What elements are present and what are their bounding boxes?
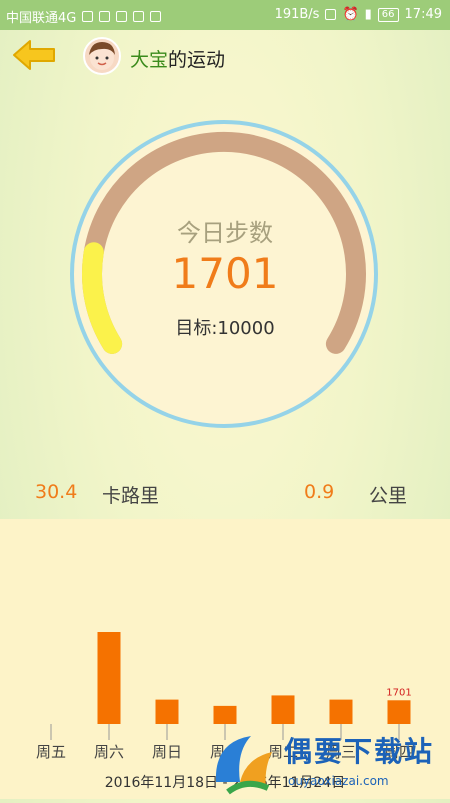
image-icon (116, 11, 128, 22)
x-axis-label: 周日 (152, 743, 182, 761)
steps-count: 1701 (171, 249, 279, 298)
back-arrow-icon (13, 40, 55, 70)
calories-value: 30.4 (35, 481, 78, 503)
nfc-icon (325, 9, 337, 20)
header: 大宝的运动 (0, 30, 450, 80)
watermark-text: 偶要下载站 (284, 735, 435, 768)
signal-icon: ▮ (364, 7, 372, 22)
chart-bar (97, 632, 121, 724)
x-axis-label: 周五 (36, 743, 66, 761)
title-suffix: 的运动 (168, 49, 226, 71)
distance-value: 0.9 (304, 481, 335, 503)
battery-icon: 66 (377, 7, 399, 22)
back-button[interactable] (12, 39, 58, 71)
carrier-text: 中国联通4G (6, 11, 77, 26)
notification-icon (133, 11, 145, 22)
alarm-icon: ⏰ (342, 7, 359, 22)
x-axis-label: 周六 (94, 743, 124, 761)
steps-goal: 目标:10000 (175, 318, 275, 339)
distance-label: 公里 (369, 485, 408, 507)
avatar (83, 37, 121, 75)
chart-bar (155, 699, 179, 724)
chart-bar (329, 699, 353, 724)
bar-data-label: 1701 (386, 687, 411, 698)
watermark-logo (215, 736, 272, 795)
chart-bar (387, 700, 411, 724)
steps-title: 今日步数 (177, 219, 273, 247)
notification-icon (99, 11, 111, 22)
clock-time: 17:49 (404, 7, 442, 22)
child-name: 大宝 (130, 49, 169, 71)
page-title: 大宝的运动 (130, 45, 225, 72)
network-speed: 191B/s (274, 7, 320, 22)
status-bar: 中国联通4G 191B/s ⏰ ▮ 66 17:49 (0, 0, 450, 30)
notification-icon (82, 11, 94, 22)
keyboard-icon (150, 11, 162, 22)
chart-bar (271, 695, 295, 724)
watermark-url: ouyaoxiazai.com (288, 774, 389, 788)
calories-label: 卡路里 (102, 485, 160, 507)
watermark: 偶要下载站 ouyaoxiazai.com (206, 722, 450, 799)
